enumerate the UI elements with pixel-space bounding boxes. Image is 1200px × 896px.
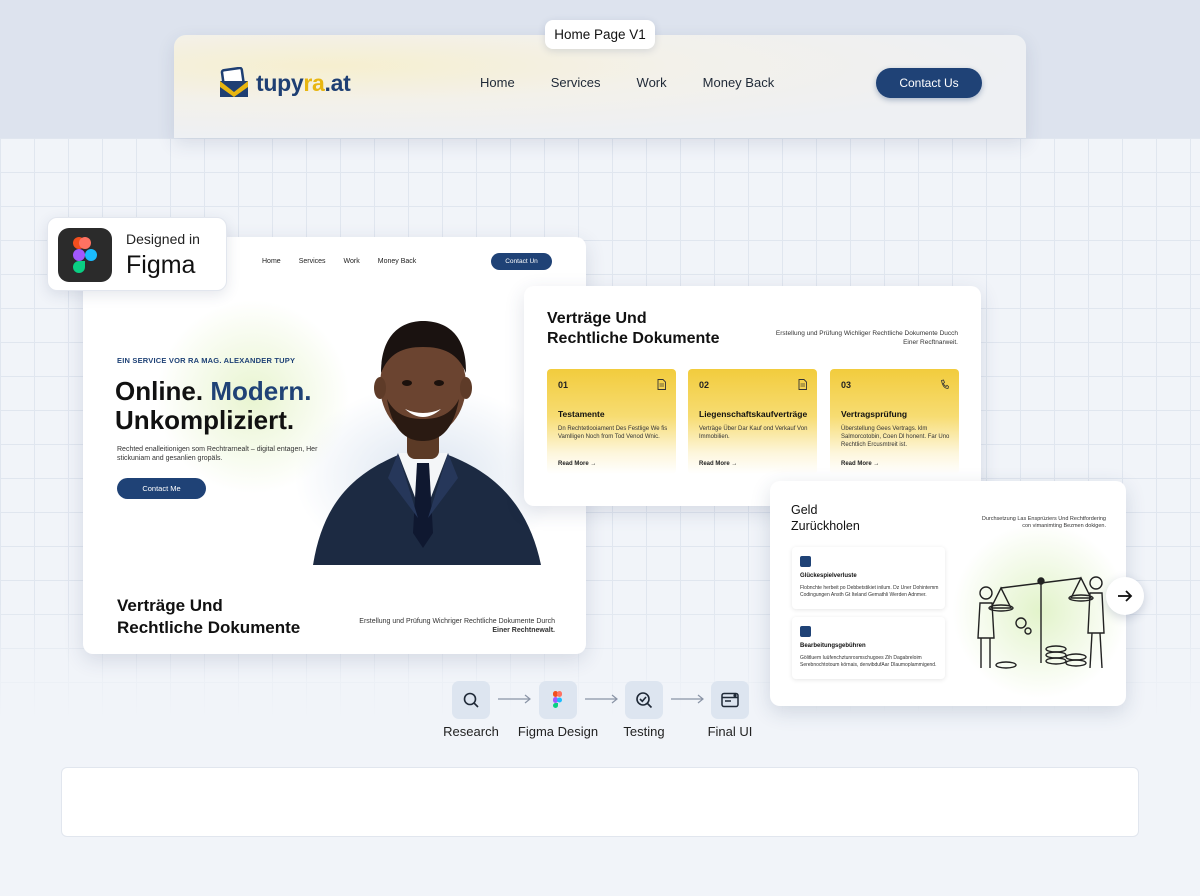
step-arrow-icon xyxy=(671,694,704,704)
nav-services[interactable]: Services xyxy=(551,75,601,90)
phone-icon xyxy=(941,379,949,389)
headline-part-1: Online. xyxy=(115,376,204,406)
badge-caption: Designed in xyxy=(126,231,200,247)
fee-icon xyxy=(800,626,811,637)
lawyer-portrait-image xyxy=(313,321,541,565)
landing-section-subtitle-line-2: Einer Rechtnewalt. xyxy=(492,627,555,634)
geld-item-body: Flobnchte herbeit po Debbetstikiet inilu… xyxy=(800,585,939,598)
geld-item-gluecksspiel[interactable]: Glückespielverluste Flobnchte herbeit po… xyxy=(792,547,945,609)
step-label-final-ui: Final UI xyxy=(707,724,753,739)
figma-badge: Designed in Figma xyxy=(47,217,227,291)
step-research[interactable] xyxy=(452,681,490,719)
services-card: Verträge Und Rechtliche Dokumente Erstel… xyxy=(524,286,981,506)
next-arrow-button[interactable] xyxy=(1106,577,1144,615)
bottom-empty-panel xyxy=(61,767,1139,837)
search-icon xyxy=(463,692,479,708)
geld-item-title: Glückespielverluste xyxy=(800,573,857,579)
service-description: Dn Rechtetlooiament Des Festlige We fis … xyxy=(558,426,668,440)
step-final-ui[interactable] xyxy=(711,681,749,719)
dice-icon xyxy=(800,556,811,567)
brand-name-accent: ra xyxy=(303,69,325,96)
geld-zurueckholen-card: Geld Zurückholen Durchsetzung Las Ensprü… xyxy=(770,481,1126,706)
services-subtitle-line-2: Einer Recftnarweit. xyxy=(903,339,958,346)
service-description: Überstellung Gees Vertrags. klm Salmorco… xyxy=(841,426,950,448)
main-nav: Home Services Work Money Back xyxy=(480,75,810,90)
contact-me-button[interactable]: Contact Me xyxy=(117,478,206,499)
landing-nav: Home Services Work Money Back xyxy=(262,258,434,265)
service-title: Vertragsprüfung xyxy=(841,409,908,419)
nav-money-back[interactable]: Money Back xyxy=(703,75,775,90)
headline-part-2: Unkompliziert. xyxy=(115,405,295,435)
figma-icon xyxy=(553,691,562,708)
landing-nav-work[interactable]: Work xyxy=(344,258,360,265)
service-title: Testamente xyxy=(558,409,605,419)
landing-nav-money-back[interactable]: Money Back xyxy=(378,258,417,265)
services-subtitle: Erstellung und Prüfung Wichliger Rechtli… xyxy=(762,329,958,347)
service-number: 02 xyxy=(699,380,710,390)
nav-work[interactable]: Work xyxy=(637,75,667,90)
main-header-card: tupyra.at Home Services Work Money Back … xyxy=(174,35,1026,138)
landing-nav-home[interactable]: Home xyxy=(262,258,281,265)
services-subtitle-line-1: Erstellung und Prüfung Wichliger Rechtli… xyxy=(775,330,958,337)
nav-home[interactable]: Home xyxy=(480,75,515,90)
justice-scale-illustration xyxy=(977,576,1105,669)
service-number: 01 xyxy=(558,380,569,390)
landing-section-title-line-1: Verträge Und xyxy=(117,596,223,615)
landing-contact-button[interactable]: Contact Un xyxy=(491,253,552,270)
check-search-icon xyxy=(636,692,653,709)
landing-nav-services[interactable]: Services xyxy=(299,258,326,265)
service-title: Liegenschaftskaufverträge xyxy=(699,409,808,419)
geld-title-line-1: Geld xyxy=(791,503,818,517)
contact-us-button[interactable]: Contact Us xyxy=(876,68,982,98)
services-title-line-1: Verträge Und xyxy=(547,310,647,327)
service-card-vertragspruefung[interactable]: 03 Vertragsprüfung Überstellung Gees Ver… xyxy=(830,369,959,474)
services-title: Verträge Und Rechtliche Dokumente xyxy=(547,309,719,349)
brand-name-domain: .at xyxy=(324,69,351,96)
badge-title: Figma xyxy=(126,251,196,279)
read-more-link[interactable]: Read More → xyxy=(699,461,737,467)
landing-section-subtitle-line-1: Erstellung und Prüfung Wichriger Rechtli… xyxy=(359,618,555,625)
hero-headline: Online. Modern. Unkompliziert. xyxy=(115,377,311,435)
geld-title: Geld Zurückholen xyxy=(791,502,860,534)
geld-subtitle: Durchsetzung Las Ensprüziers Und Rechtfo… xyxy=(981,516,1106,529)
geld-item-bearbeitungsgebuehren[interactable]: Bearbeitungsgebühren Gölitluem Iuüfenchz… xyxy=(792,617,945,679)
window-icon xyxy=(721,692,739,708)
geld-item-body: Gölitluem Iuüfenchztunrosmschugoes Zih D… xyxy=(800,655,937,668)
arrow-right-icon xyxy=(1118,590,1133,602)
page-tab-label[interactable]: Home Page V1 xyxy=(545,20,655,49)
read-more-link[interactable]: Read More → xyxy=(558,461,596,467)
step-testing[interactable] xyxy=(625,681,663,719)
landing-section-title: Verträge Und Rechtliche Dokumente xyxy=(117,595,300,639)
landing-page-mockup: Home Services Work Money Back Contact Un… xyxy=(83,237,586,654)
landing-section-subtitle: Erstellung und Prüfung Wichriger Rechtli… xyxy=(345,617,555,635)
landing-section-title-line-2: Rechtliche Dokumente xyxy=(117,618,301,637)
brand-logo[interactable]: tupyra.at xyxy=(218,67,351,99)
service-description: Verträge Über Dar Kauf ond Verkauf Von I… xyxy=(699,426,808,440)
geld-title-line-2: Zurückholen xyxy=(791,519,860,533)
step-figma-design[interactable] xyxy=(539,681,577,719)
service-card-liegenschaft[interactable]: 02 Liegenschaftskaufverträge Verträge Üb… xyxy=(688,369,817,474)
document-icon xyxy=(798,379,807,390)
brand-name-part: tupy xyxy=(256,69,304,96)
services-title-line-2: Rechtliche Dokumente xyxy=(547,330,720,347)
step-arrow-icon xyxy=(585,694,618,704)
brand-envelope-icon xyxy=(220,67,248,97)
read-more-link[interactable]: Read More → xyxy=(841,461,879,467)
document-icon xyxy=(657,379,666,390)
hero-eyebrow: EIN SERVICE VOR RA MAG. ALEXANDER TUPY xyxy=(117,356,296,365)
step-arrow-icon xyxy=(498,694,531,704)
figma-app-icon xyxy=(58,228,112,282)
service-card-testamente[interactable]: 01 Testamente Dn Rechtetlooiament Des Fe… xyxy=(547,369,676,474)
service-number: 03 xyxy=(841,380,852,390)
geld-item-title: Bearbeitungsgebühren xyxy=(800,643,866,649)
